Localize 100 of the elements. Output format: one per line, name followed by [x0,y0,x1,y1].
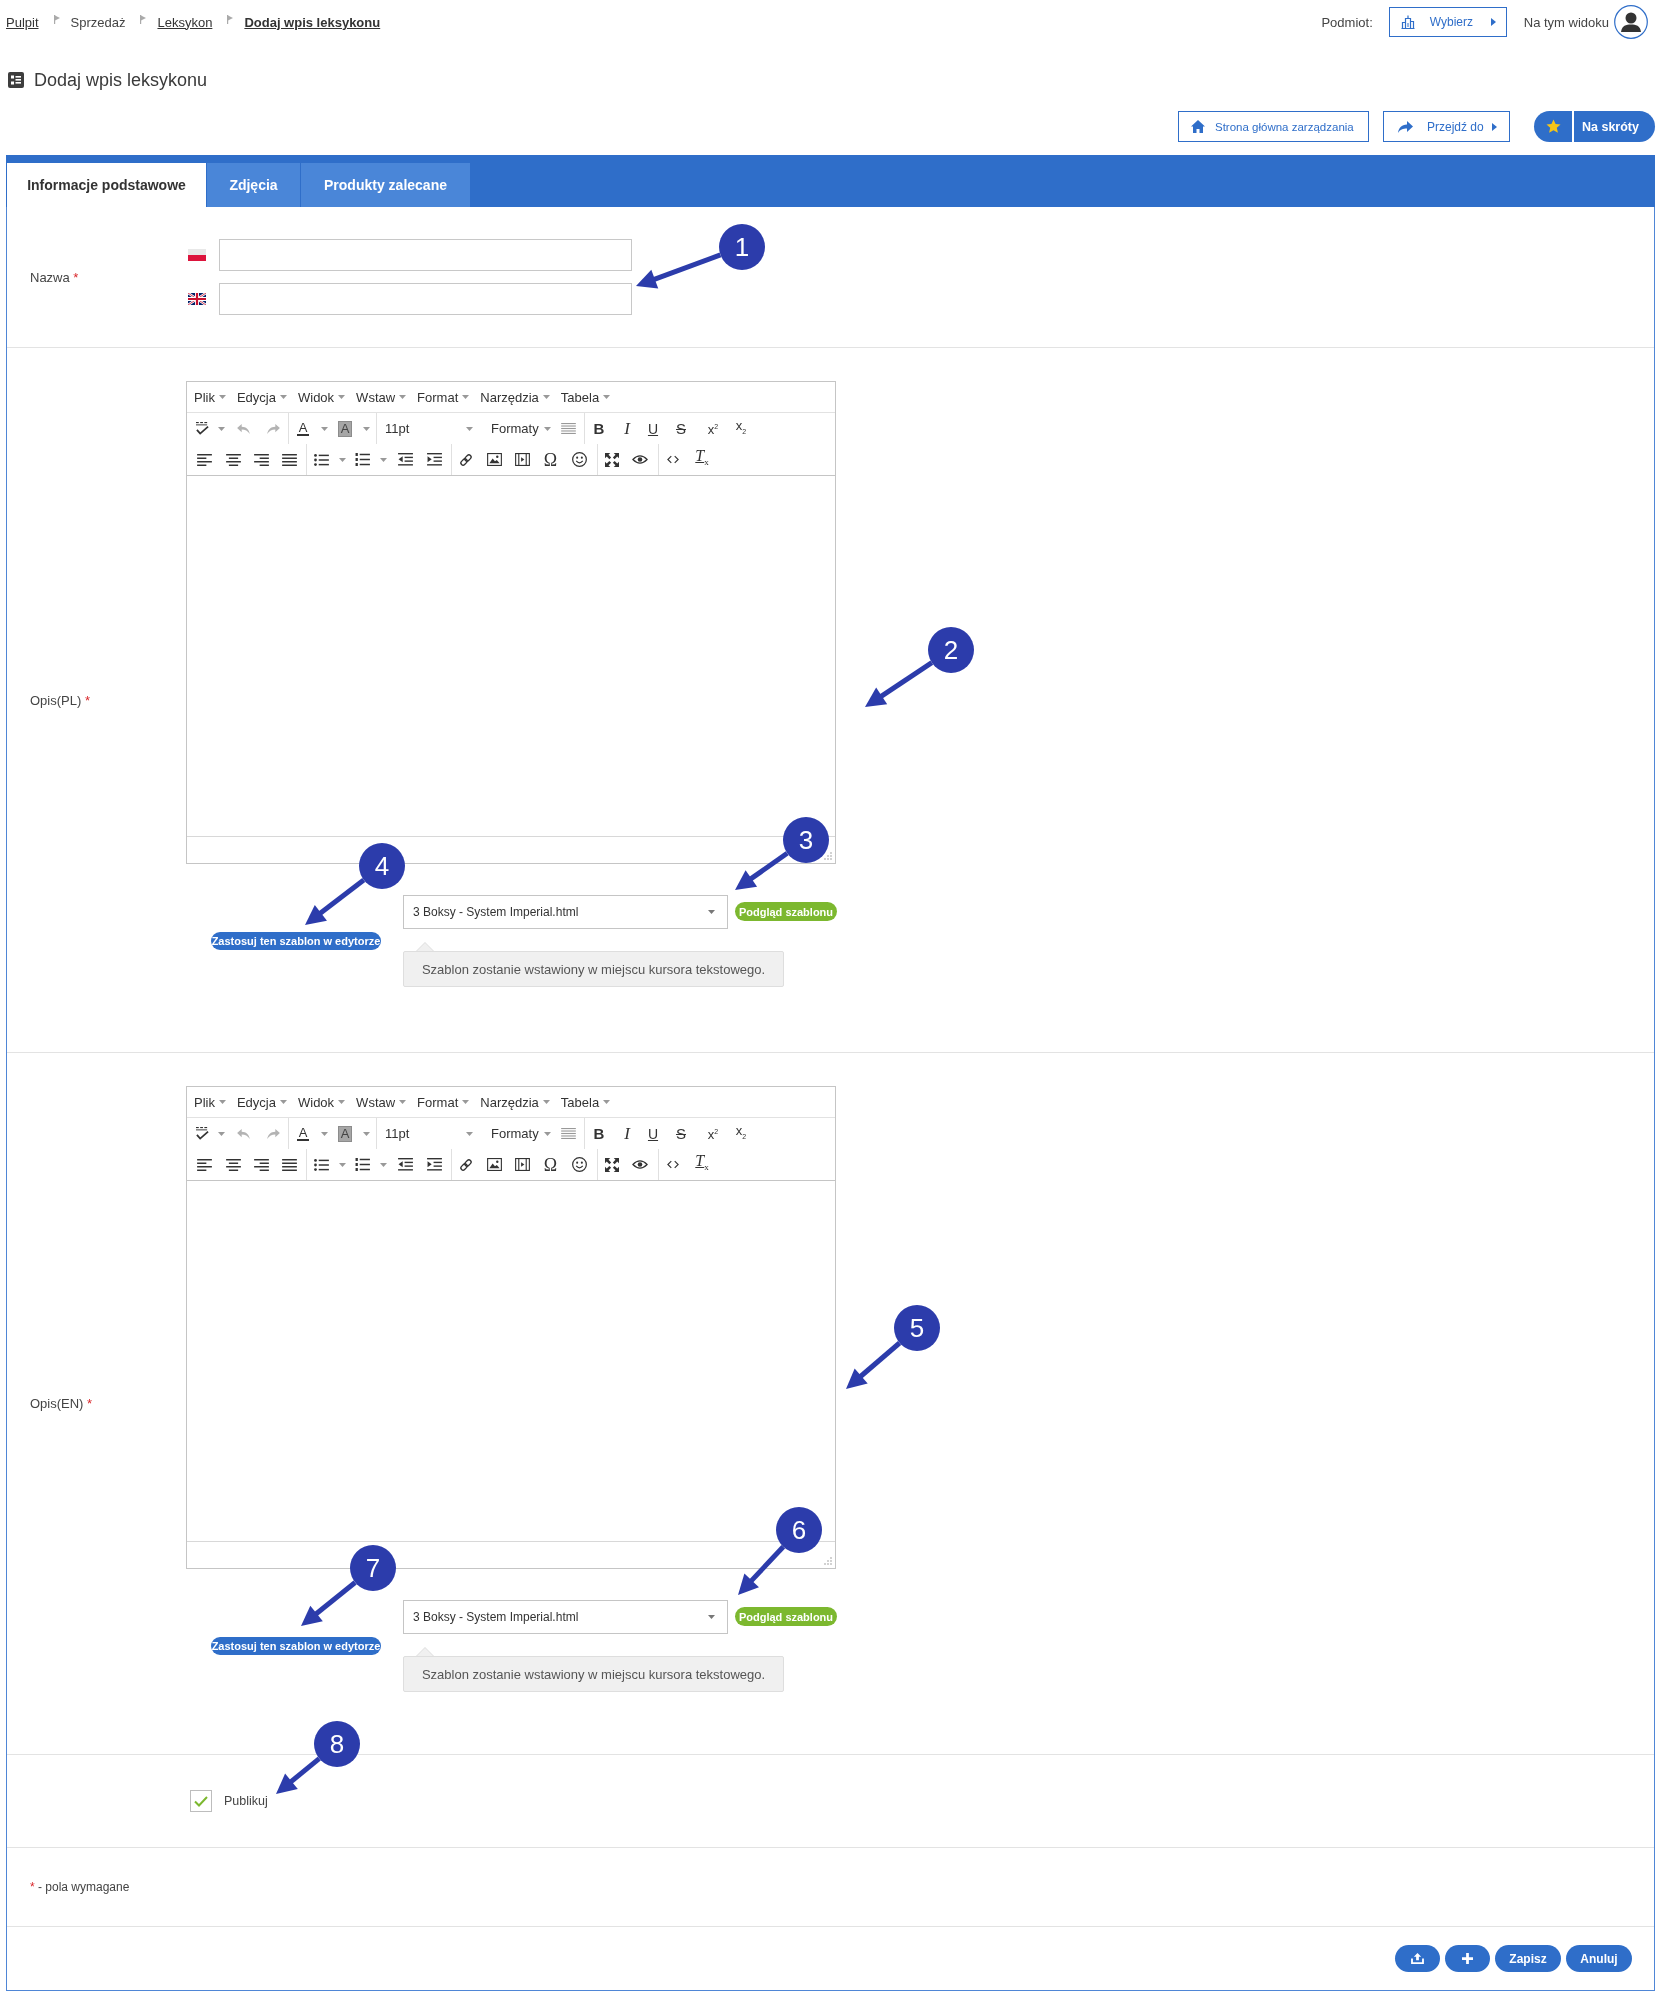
underline-button[interactable]: U [647,1125,659,1142]
apply-template-button[interactable]: Zastosuj ten szablon w edytorze [211,932,381,950]
outdent-icon[interactable] [397,1158,413,1171]
tab[interactable]: Zdjęcia [207,163,301,207]
caret-icon[interactable] [379,457,387,462]
spellcheck-icon[interactable] [195,1127,209,1140]
clear-formatting-button[interactable]: T$_{x}$ [695,448,709,471]
strikethrough-button[interactable]: S [676,420,686,437]
resize-handle-icon[interactable] [824,852,832,860]
code-icon[interactable] [667,1160,679,1169]
eye-icon[interactable] [632,1159,648,1170]
eye-icon[interactable] [632,454,648,465]
smiley-icon[interactable] [571,452,587,467]
caret-icon[interactable] [338,457,346,462]
caret-icon[interactable] [338,1162,346,1167]
menu-item[interactable]: Edycja [236,1094,287,1110]
text-color-button[interactable]: A [296,421,310,436]
spellcheck-icon[interactable] [195,422,209,435]
align-right-icon[interactable] [253,1158,269,1171]
formats-dropdown[interactable]: Formaty [477,1118,555,1149]
special-character-button[interactable]: Ω [543,1156,558,1173]
menu-item[interactable]: Plik [194,1094,226,1110]
caret-icon[interactable] [320,426,328,431]
align-left-icon[interactable] [196,1158,212,1171]
superscript-button[interactable]: x$^{2}$ [707,419,719,438]
italic-button[interactable]: I [624,1125,630,1142]
favorite-button[interactable] [1534,111,1572,142]
goto-button[interactable]: Przejdź do [1383,111,1510,142]
menu-item[interactable]: Tabela [560,389,611,405]
bullet-list-icon[interactable] [313,1158,329,1171]
resize-handle-icon[interactable] [824,1557,832,1565]
menu-item[interactable]: Format [417,389,470,405]
strikethrough-button[interactable]: S [676,1125,686,1142]
shortcuts-button[interactable]: Na skróty [1574,111,1655,142]
breadcrumb-current[interactable]: Dodaj wpis leksykonu [244,14,381,30]
text-color-button[interactable]: A [296,1126,310,1141]
menu-item[interactable]: Format [417,1094,470,1110]
tab[interactable]: Produkty zalecane [301,163,471,207]
fullscreen-icon[interactable] [605,452,619,467]
menu-item[interactable]: Widok [298,1094,346,1110]
fullscreen-icon[interactable] [605,1157,619,1172]
align-right-icon[interactable] [253,453,269,466]
checkbox[interactable] [190,1790,212,1812]
smiley-icon[interactable] [571,1157,587,1172]
menu-item[interactable]: Narzędzia [480,1094,550,1110]
input-field[interactable] [219,239,632,271]
caret-icon[interactable] [362,1131,370,1136]
add-button[interactable] [1445,1945,1490,1972]
align-left-icon[interactable] [196,453,212,466]
background-color-button[interactable]: A [338,421,352,436]
menu-item[interactable]: Wstaw [356,389,407,405]
menu-item[interactable]: Widok [298,389,346,405]
code-icon[interactable] [667,455,679,464]
caret-icon[interactable] [362,426,370,431]
avatar-icon[interactable] [1614,5,1648,39]
save-and-return-button[interactable] [1395,1945,1440,1972]
numbered-list-icon[interactable] [354,453,370,466]
footer-button[interactable]: Anuluj [1566,1945,1632,1972]
caret-icon[interactable] [320,1131,328,1136]
breadcrumb-link[interactable]: Pulpit [6,14,39,30]
subject-button[interactable]: Wybierz [1388,7,1507,37]
link-icon[interactable] [459,452,473,467]
subscript-button[interactable]: x$_{2}$ [735,1123,747,1144]
image-icon[interactable] [486,1158,502,1171]
superscript-button[interactable]: x$^{2}$ [707,1124,719,1143]
film-icon[interactable] [514,1158,530,1171]
font-size-dropdown[interactable]: 11pt [377,413,477,444]
menu-item[interactable]: Edycja [236,389,287,405]
caret-icon[interactable] [218,426,225,431]
image-icon[interactable] [486,453,502,466]
film-icon[interactable] [514,453,530,466]
link-icon[interactable] [459,1157,473,1172]
tab[interactable]: Informacje podstawowe [7,163,207,207]
bullet-list-icon[interactable] [313,453,329,466]
numbered-list-icon[interactable] [354,1158,370,1171]
breadcrumb-link[interactable]: Leksykon [157,14,213,30]
italic-button[interactable]: I [624,420,630,437]
input-field[interactable] [219,283,632,315]
background-color-button[interactable]: A [338,1126,352,1141]
bold-button[interactable]: B [593,420,605,437]
align-center-icon[interactable] [225,453,241,466]
indent-icon[interactable] [426,453,442,466]
caret-icon[interactable] [379,1162,387,1167]
menu-item[interactable]: Narzędzia [480,389,550,405]
home-button[interactable]: Strona główna zarządzania [1178,111,1369,142]
justify-icon[interactable] [281,1158,297,1171]
font-size-dropdown[interactable]: 11pt [377,1118,477,1149]
align-center-icon[interactable] [225,1158,241,1171]
menu-item[interactable]: Tabela [560,1094,611,1110]
bold-button[interactable]: B [593,1125,605,1142]
outdent-icon[interactable] [397,453,413,466]
menu-item[interactable]: Wstaw [356,1094,407,1110]
apply-template-button[interactable]: Zastosuj ten szablon w edytorze [211,1637,381,1655]
footer-button[interactable]: Zapisz [1495,1945,1561,1972]
underline-button[interactable]: U [647,420,659,437]
special-character-button[interactable]: Ω [543,451,558,468]
template-select[interactable]: 3 Boksy - System Imperial.html [403,895,728,929]
checkbox-label[interactable]: Publikuj [224,1794,268,1808]
clear-formatting-button[interactable]: T$_{x}$ [695,1153,709,1176]
justify-icon[interactable] [281,453,297,466]
